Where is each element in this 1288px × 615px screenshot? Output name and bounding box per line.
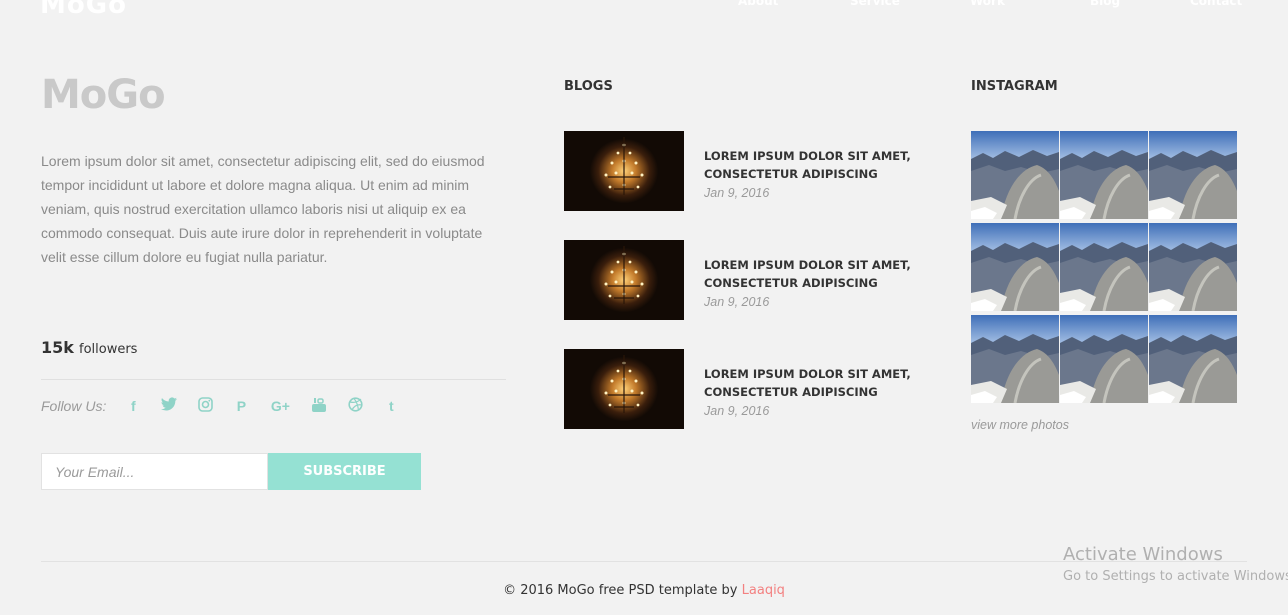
blog-item[interactable]: LOREM IPSUM DOLOR SIT AMET, CONSECTETUR … (564, 240, 924, 320)
dribbble-icon[interactable] (346, 397, 364, 415)
blog-item[interactable]: LOREM IPSUM DOLOR SIT AMET, CONSECTETUR … (564, 131, 924, 211)
header-logo[interactable]: MoGo (40, 0, 127, 20)
tumblr-icon[interactable]: t (382, 397, 400, 415)
follow-us-row: Follow Us: f P G+ t (41, 396, 418, 416)
instagram-photo[interactable] (1060, 131, 1148, 219)
youtube-icon[interactable] (310, 397, 328, 415)
facebook-icon[interactable]: f (124, 397, 142, 415)
pinterest-icon[interactable]: P (232, 397, 250, 415)
blog-thumbnail[interactable] (564, 131, 684, 211)
blog-thumbnail[interactable] (564, 240, 684, 320)
footer-brand: MoGo (41, 72, 166, 118)
copyright: © 2016 MoGo free PSD template by Laaqiq (0, 583, 1288, 598)
social-icons: f P G+ t (124, 397, 418, 415)
watermark-title: Activate Windows (1063, 544, 1223, 565)
instagram-photo[interactable] (1149, 131, 1237, 219)
blog-date: Jan 9, 2016 (704, 186, 770, 200)
instagram-photo[interactable] (1060, 315, 1148, 403)
nav-item-contact[interactable]: Contact (1190, 0, 1242, 8)
instagram-photo[interactable] (1149, 223, 1237, 311)
blog-item[interactable]: LOREM IPSUM DOLOR SIT AMET, CONSECTETUR … (564, 349, 924, 429)
instagram-icon[interactable] (196, 397, 214, 415)
blog-list: LOREM IPSUM DOLOR SIT AMET, CONSECTETUR … (564, 131, 924, 458)
blog-title[interactable]: LOREM IPSUM DOLOR SIT AMET, CONSECTETUR … (704, 147, 934, 183)
instagram-photo[interactable] (971, 131, 1059, 219)
subscribe-form: SUBSCRIBE (41, 453, 421, 490)
nav-item-about[interactable]: About (738, 0, 778, 8)
nav-item-work[interactable]: Work (970, 0, 1005, 8)
about-text: Lorem ipsum dolor sit amet, consectetur … (41, 153, 485, 265)
instagram-title: INSTAGRAM (971, 79, 1058, 94)
top-header: MoGo About Service Work Blog Contact (0, 0, 1288, 20)
followers-number: 15k (41, 338, 74, 357)
instagram-grid (971, 131, 1237, 403)
copyright-text: © 2016 MoGo free PSD template by (503, 583, 742, 598)
blog-title[interactable]: LOREM IPSUM DOLOR SIT AMET, CONSECTETUR … (704, 365, 934, 401)
blog-date: Jan 9, 2016 (704, 295, 770, 309)
followers-label: followers (79, 342, 138, 357)
instagram-photo[interactable] (971, 315, 1059, 403)
instagram-photo[interactable] (1060, 223, 1148, 311)
email-input[interactable] (41, 453, 268, 490)
divider (41, 379, 506, 380)
subscribe-button[interactable]: SUBSCRIBE (268, 453, 421, 490)
view-more-photos-link[interactable]: view more photos (971, 418, 1069, 432)
google-plus-icon[interactable]: G+ (268, 397, 292, 415)
about-column: MoGo Lorem ipsum dolor sit amet, consect… (41, 72, 506, 490)
activate-windows-watermark: Activate Windows Go to Settings to activ… (1063, 544, 1288, 584)
twitter-icon[interactable] (160, 397, 178, 415)
nav-item-blog[interactable]: Blog (1090, 0, 1120, 8)
instagram-photo[interactable] (971, 223, 1059, 311)
followers-count: 15k followers (41, 338, 137, 357)
instagram-photo[interactable] (1149, 315, 1237, 403)
blogs-title: BLOGS (564, 79, 613, 94)
watermark-subtitle: Go to Settings to activate Windows. (1063, 569, 1288, 584)
blog-title[interactable]: LOREM IPSUM DOLOR SIT AMET, CONSECTETUR … (704, 256, 934, 292)
blog-date: Jan 9, 2016 (704, 404, 770, 418)
follow-us-label: Follow Us: (41, 398, 107, 414)
nav-item-service[interactable]: Service (850, 0, 900, 8)
blog-thumbnail[interactable] (564, 349, 684, 429)
author-link[interactable]: Laaqiq (742, 583, 785, 598)
